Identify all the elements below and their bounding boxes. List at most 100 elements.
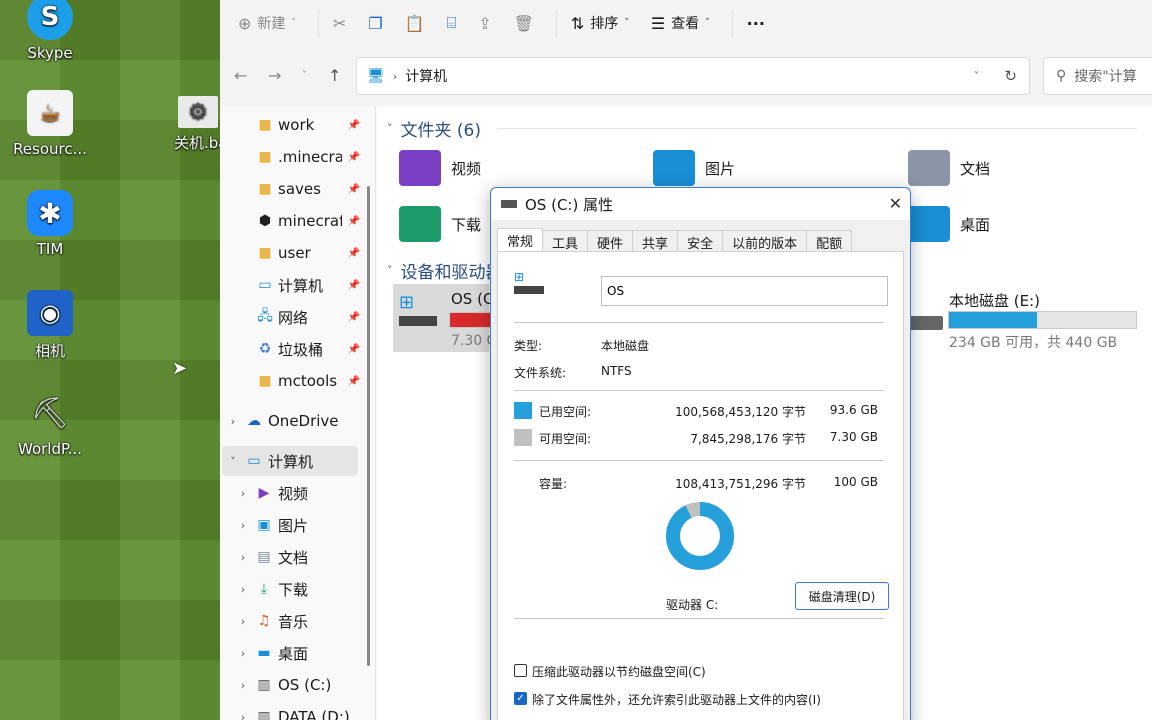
section-title: 文件夹 (6) xyxy=(400,121,481,141)
rename-button[interactable]: ⌸ xyxy=(447,13,457,33)
pin-icon: 📌 xyxy=(347,119,360,131)
used-space-label: 已用空间: xyxy=(539,405,592,419)
compress-checkbox[interactable] xyxy=(514,664,527,677)
drive-os-c[interactable]: ⊞ OS (C:) 7.30 GB 可用，共 100 GB xyxy=(393,284,649,352)
tab-sharing[interactable]: 共享 xyxy=(632,230,679,252)
close-icon[interactable]: ✕ xyxy=(889,194,902,213)
dialog-title-bar[interactable]: OS (C:) 属性 ✕ xyxy=(491,188,910,220)
sidebar-item-label: 垃圾桶 xyxy=(278,340,324,359)
drive-usage-bar xyxy=(948,311,1137,329)
chevron-down-icon[interactable]: ˅ xyxy=(222,455,244,468)
view-button[interactable]: ☰ 查看 ˅ xyxy=(651,13,710,33)
sidebar-item-user[interactable]: ■ user 📌 xyxy=(256,238,360,268)
download-folder-icon xyxy=(399,206,441,242)
sidebar-item-music[interactable]: › ♫ 音乐 xyxy=(232,606,358,636)
chevron-right-icon[interactable]: › xyxy=(232,711,254,720)
disk-usage-donut xyxy=(666,502,734,570)
refresh-icon[interactable]: ↻ xyxy=(1004,67,1017,85)
sidebar-item-computer[interactable]: ˅ ▭ 计算机 xyxy=(222,446,358,476)
tab-security[interactable]: 安全 xyxy=(677,230,724,252)
pin-icon: 📌 xyxy=(347,311,360,323)
chevron-down-icon: ˅ xyxy=(291,18,296,28)
sidebar-item-videos[interactable]: › ▶ 视频 xyxy=(232,478,358,508)
breadcrumb-computer[interactable]: 计算机 xyxy=(405,66,447,86)
sidebar-item-saves[interactable]: ■ saves 📌 xyxy=(256,174,360,204)
copy-button[interactable]: ❐ xyxy=(368,14,382,33)
sidebar-item-network[interactable]: 🖧 网络 📌 xyxy=(256,302,360,332)
windows-logo-icon: ⊞ xyxy=(399,292,415,313)
address-dropdown-icon[interactable]: ˅ xyxy=(974,71,979,82)
index-checkbox[interactable]: ✓ xyxy=(514,692,527,705)
folder-icon: ■ xyxy=(258,245,272,261)
delete-button[interactable]: 🗑 xyxy=(514,14,534,33)
sidebar-item-computer-quick[interactable]: ▭ 计算机 📌 xyxy=(256,270,360,300)
chevron-right-icon[interactable]: › xyxy=(232,487,254,500)
sidebar-item-os-c[interactable]: › ▥ OS (C:) xyxy=(232,670,358,700)
folder-pictures[interactable]: 图片 xyxy=(653,150,735,186)
more-button[interactable]: ··· xyxy=(747,14,765,33)
drive-local-e[interactable]: 本地磁盘 (E:) 234 GB 可用，共 440 GB xyxy=(907,288,1152,354)
desktop-icon-skype[interactable]: S Skype xyxy=(0,0,100,62)
desktop-icon-shutdown-bat[interactable]: ⚙ 关机.ba xyxy=(150,96,220,153)
folder-videos[interactable]: 视频 xyxy=(399,150,481,186)
sidebar-item-downloads[interactable]: › ⤓ 下载 xyxy=(232,574,358,604)
folder-downloads[interactable]: 下载 xyxy=(399,206,481,242)
sidebar-item-documents[interactable]: › ▤ 文档 xyxy=(232,542,358,572)
address-bar[interactable]: 🖥 › 计算机 ˅ ↻ xyxy=(356,57,1030,95)
new-button[interactable]: ⊕ 新建 ˅ xyxy=(238,13,296,33)
drive-letter-label: 驱动器 C: xyxy=(666,598,719,612)
folder-label: 图片 xyxy=(705,159,736,178)
tab-hardware[interactable]: 硬件 xyxy=(587,230,634,252)
chevron-right-icon[interactable]: › xyxy=(232,519,254,532)
drive-name-input[interactable] xyxy=(601,276,888,306)
cut-button[interactable]: ✂ xyxy=(333,14,346,33)
folders-section-header[interactable]: ˅ 文件夹 (6) xyxy=(387,116,481,141)
sidebar-scrollbar[interactable] xyxy=(367,186,370,666)
pin-icon: 📌 xyxy=(347,215,360,227)
desktop-icon-tim[interactable]: ✱ TIM xyxy=(0,190,100,258)
tab-general[interactable]: 常规 xyxy=(497,228,544,252)
desktop-icon-resource[interactable]: ☕ Resourc... xyxy=(0,90,100,158)
sidebar-item-desktop[interactable]: › ▬ 桌面 xyxy=(232,638,358,668)
sidebar-item-minecraft[interactable]: ⬢ minecraft 📌 xyxy=(256,206,360,236)
search-box[interactable]: ⚲ 搜索"计算 xyxy=(1043,57,1152,95)
chevron-right-icon[interactable]: › xyxy=(232,583,254,596)
share-button[interactable]: ⇪ xyxy=(478,14,491,33)
desktop-folder-icon: ▬ xyxy=(257,645,271,661)
desktop-icon-worldpainter[interactable]: ⛏ WorldP... xyxy=(0,390,100,459)
chevron-right-icon[interactable]: › xyxy=(232,647,254,660)
back-arrow-icon[interactable]: ← xyxy=(234,66,247,85)
sidebar-item-onedrive[interactable]: › ☁ OneDrive xyxy=(222,406,358,436)
chevron-right-icon[interactable]: › xyxy=(232,679,254,692)
sidebar-item-pictures[interactable]: › ▣ 图片 xyxy=(232,510,358,540)
sidebar-item-recycle-bin[interactable]: ♻ 垃圾桶 📌 xyxy=(256,334,360,364)
desktop-icon-camera[interactable]: ◉ 相机 xyxy=(0,290,100,361)
chevron-right-icon[interactable]: › xyxy=(222,415,244,428)
folder-label: 下载 xyxy=(451,215,482,234)
tab-quota[interactable]: 配额 xyxy=(806,230,853,252)
sidebar-item-work[interactable]: ■ work 📌 xyxy=(256,110,360,140)
sidebar-item-minecraft-folder[interactable]: ■ .minecraft 📌 xyxy=(256,142,360,172)
chevron-down-icon: ˅ xyxy=(705,18,710,28)
tab-previous-versions[interactable]: 以前的版本 xyxy=(722,230,808,252)
recent-chevron-icon[interactable]: ˅ xyxy=(302,70,307,81)
sort-button[interactable]: ⇅ 排序 ˅ xyxy=(571,13,629,33)
paste-button[interactable]: 📋 xyxy=(405,14,425,33)
chevron-right-icon[interactable]: › xyxy=(232,551,254,564)
disk-cleanup-button[interactable]: 磁盘清理(D) xyxy=(795,582,889,610)
sidebar-item-label: mctools xyxy=(278,372,338,390)
type-value: 本地磁盘 xyxy=(601,339,650,353)
skype-icon: S xyxy=(27,0,73,40)
forward-arrow-icon[interactable]: → xyxy=(268,66,281,85)
folder-documents[interactable]: 文档 xyxy=(908,150,990,186)
search-icon: ⚲ xyxy=(1056,68,1067,84)
sidebar-item-label: saves xyxy=(278,180,321,198)
sidebar-item-mctools[interactable]: ■ mctools 📌 xyxy=(256,366,360,396)
folder-desktop[interactable]: 桌面 xyxy=(908,206,990,242)
up-arrow-icon[interactable]: ↑ xyxy=(328,66,341,85)
devices-section-header[interactable]: ˅ 设备和驱动器 xyxy=(387,258,503,283)
chevron-right-icon[interactable]: › xyxy=(232,615,254,628)
sidebar-item-data-d[interactable]: › ▥ DATA (D:) xyxy=(232,702,358,720)
tab-tools[interactable]: 工具 xyxy=(542,230,589,252)
sidebar-item-label: OneDrive xyxy=(268,412,339,430)
